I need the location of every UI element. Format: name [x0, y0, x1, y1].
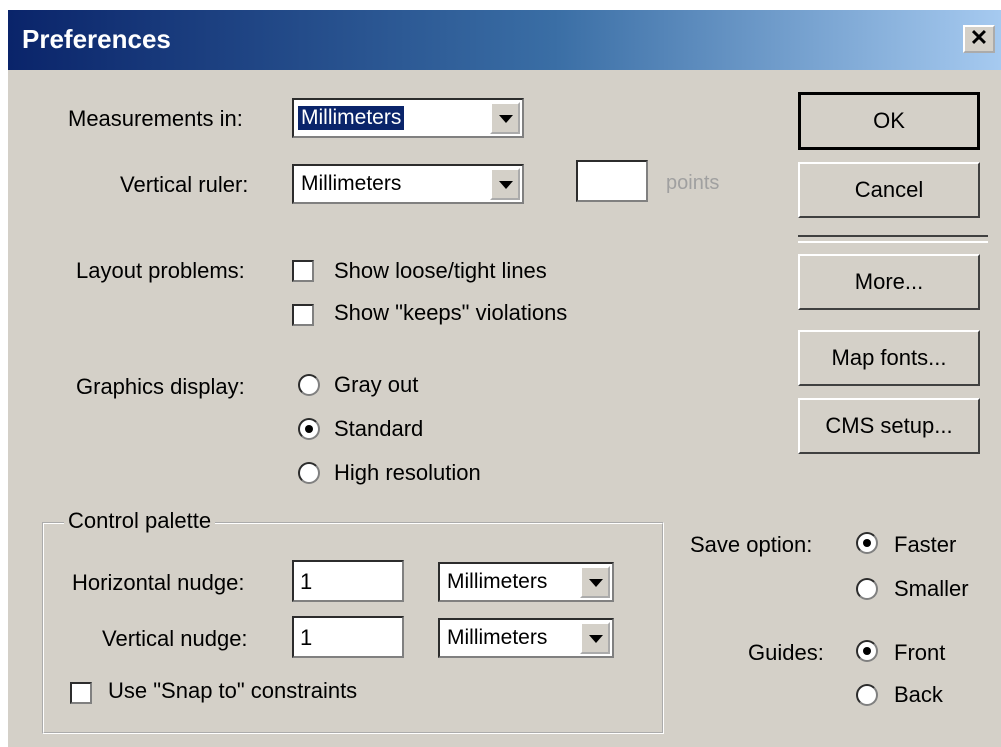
control-palette-title: Control palette — [64, 508, 216, 534]
layout-problems-label: Layout problems: — [76, 258, 245, 283]
vertical-ruler-label: Vertical ruler: — [120, 172, 249, 197]
measurements-select[interactable]: Millimeters — [292, 98, 524, 138]
measurements-value: Millimeters — [298, 106, 405, 130]
gray-out-radio[interactable] — [298, 374, 320, 396]
points-input[interactable] — [576, 160, 648, 202]
horizontal-unit-value: Millimeters — [447, 570, 548, 593]
preferences-dialog: Preferences ✕ Measurements in: Millimete… — [6, 8, 1001, 747]
chevron-down-icon[interactable] — [490, 168, 520, 200]
horizontal-nudge-label: Horizontal nudge: — [72, 570, 245, 595]
show-loose-tight-label: Show loose/tight lines — [334, 258, 547, 283]
vertical-ruler-value: Millimeters — [301, 172, 402, 195]
guides-label: Guides: — [748, 640, 824, 665]
snap-to-checkbox[interactable] — [70, 682, 92, 704]
chevron-down-icon[interactable] — [580, 622, 610, 654]
front-label: Front — [894, 640, 946, 665]
gray-out-label: Gray out — [334, 372, 419, 397]
smaller-radio[interactable] — [856, 578, 878, 600]
snap-to-label: Use "Snap to" constraints — [108, 678, 358, 703]
cms-setup-button[interactable]: CMS setup... — [798, 398, 980, 454]
close-button[interactable]: ✕ — [963, 25, 995, 53]
high-resolution-label: High resolution — [334, 460, 481, 485]
graphics-display-label: Graphics display: — [76, 374, 245, 399]
chevron-down-icon[interactable] — [580, 566, 610, 598]
vertical-unit-value: Millimeters — [447, 626, 548, 649]
show-loose-tight-checkbox[interactable] — [292, 260, 314, 282]
title-bar[interactable]: Preferences ✕ — [8, 10, 1001, 70]
faster-radio[interactable] — [856, 532, 878, 554]
vertical-unit-select[interactable]: Millimeters — [438, 618, 614, 658]
chevron-down-icon[interactable] — [490, 102, 520, 134]
standard-label: Standard — [334, 416, 424, 441]
vertical-ruler-select[interactable]: Millimeters — [292, 164, 524, 204]
points-label: points — [666, 172, 720, 194]
show-keeps-checkbox[interactable] — [292, 304, 314, 326]
faster-label: Faster — [894, 532, 957, 557]
vertical-nudge-label: Vertical nudge: — [102, 626, 248, 651]
cancel-button[interactable]: Cancel — [798, 162, 980, 218]
window-title: Preferences — [22, 24, 171, 54]
horizontal-unit-select[interactable]: Millimeters — [438, 562, 614, 602]
close-icon: ✕ — [969, 25, 989, 50]
vertical-nudge-input[interactable]: 1 — [292, 616, 404, 658]
back-label: Back — [894, 682, 943, 707]
show-keeps-label: Show "keeps" violations — [334, 300, 568, 325]
standard-radio[interactable] — [298, 418, 320, 440]
back-radio[interactable] — [856, 684, 878, 706]
map-fonts-button[interactable]: Map fonts... — [798, 330, 980, 386]
measurements-label: Measurements in: — [68, 106, 243, 131]
horizontal-nudge-input[interactable]: 1 — [292, 560, 404, 602]
front-radio[interactable] — [856, 640, 878, 662]
ok-button[interactable]: OK — [798, 92, 980, 150]
smaller-label: Smaller — [894, 576, 969, 601]
save-option-label: Save option: — [690, 532, 813, 557]
separator — [798, 235, 988, 243]
more-button[interactable]: More... — [798, 254, 980, 310]
high-resolution-radio[interactable] — [298, 462, 320, 484]
